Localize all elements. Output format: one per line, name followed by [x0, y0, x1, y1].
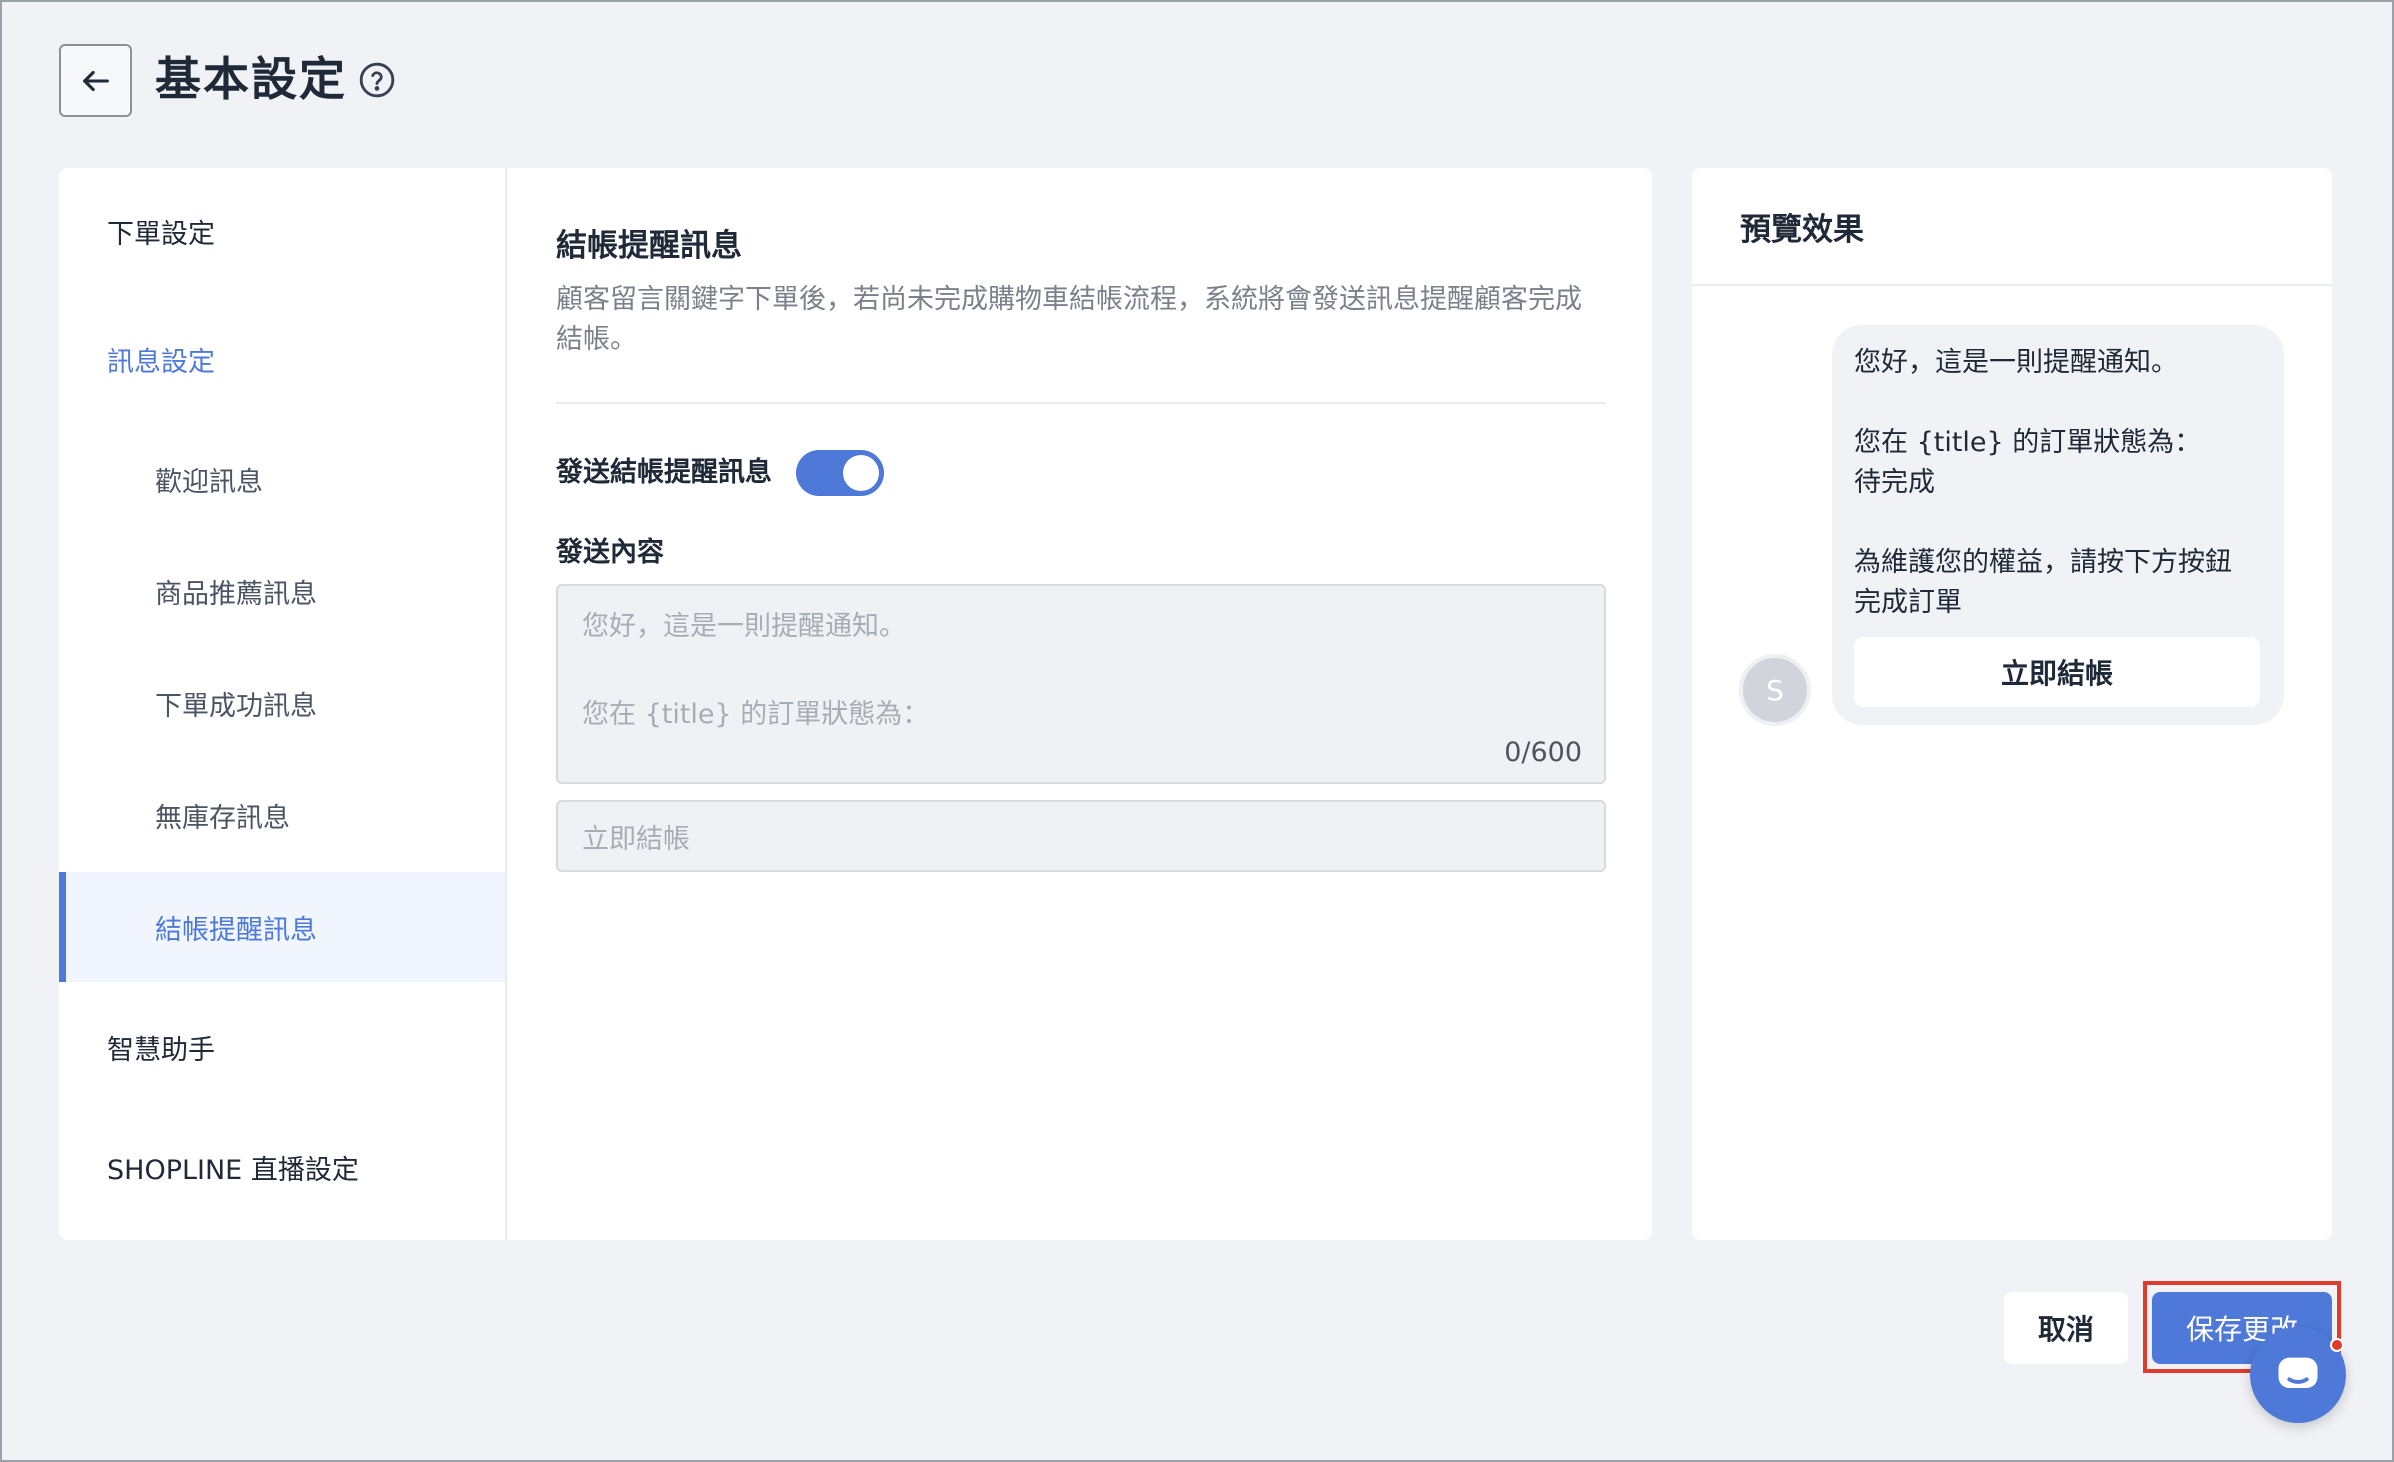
divider [556, 402, 1606, 404]
message-line: 您好，這是一則提醒通知。 [1854, 347, 2178, 378]
preview-checkout-button[interactable]: 立即結帳 [1854, 637, 2260, 707]
sidebar-item-message-settings[interactable]: 訊息設定 [59, 304, 505, 414]
button-text-input[interactable]: 立即結帳 [556, 800, 1606, 872]
sidebar-item-out-of-stock[interactable]: 無庫存訊息 [59, 760, 505, 870]
message-line: 待完成 [1854, 467, 1935, 498]
help-circle-icon[interactable] [358, 61, 396, 99]
sidebar-item-smart-assistant[interactable]: 智慧助手 [59, 992, 505, 1102]
section-title: 結帳提醒訊息 [556, 228, 742, 264]
sidebar-item-order-success[interactable]: 下單成功訊息 [59, 648, 505, 758]
content-label: 發送內容 [556, 537, 664, 568]
toggle-label: 發送結帳提醒訊息 [556, 457, 772, 488]
sidebar-item-label: 下單成功訊息 [155, 690, 317, 722]
sidebar-item-label: 無庫存訊息 [155, 802, 290, 834]
chat-bubble-icon [2278, 1357, 2318, 1388]
button-text-placeholder: 立即結帳 [582, 823, 690, 855]
back-button[interactable] [59, 44, 132, 117]
message-line: 您在 {title} 的訂單狀態為： [1854, 427, 2202, 458]
section-description: 顧客留言關鍵字下單後，若尚未完成購物車結帳流程，系統將會發送訊息提醒顧客完成結帳… [556, 284, 1582, 355]
sidebar-item-label: 結帳提醒訊息 [155, 914, 317, 946]
sidebar-item-welcome-message[interactable]: 歡迎訊息 [59, 424, 505, 534]
message-line: 為維護您的權益，請按下方按鈕 [1854, 547, 2232, 578]
settings-sidebar: 下單設定 訊息設定 歡迎訊息 商品推薦訊息 下單成功訊息 無庫存訊息 結帳提醒訊… [59, 168, 507, 1240]
preview-title: 預覽效果 [1692, 168, 2332, 286]
page-title: 基本設定 [155, 52, 347, 106]
preview-message-bubble: 您好，這是一則提醒通知。 您在 {title} 的訂單狀態為： 待完成 為維護您… [1832, 325, 2284, 725]
sidebar-item-checkout-reminder[interactable]: 結帳提醒訊息 [59, 872, 505, 982]
sidebar-item-product-recommend[interactable]: 商品推薦訊息 [59, 536, 505, 646]
sidebar-item-label: 訊息設定 [107, 346, 215, 378]
textarea-placeholder-line: 您在 {title} 的訂單狀態為： [582, 699, 930, 730]
message-line: 完成訂單 [1854, 587, 1962, 618]
message-content-textarea[interactable]: 您好，這是一則提醒通知。 您在 {title} 的訂單狀態為： 0/600 [556, 584, 1606, 784]
cancel-button[interactable]: 取消 [2004, 1292, 2128, 1364]
sidebar-item-label: 下單設定 [107, 218, 215, 250]
sidebar-item-label: 歡迎訊息 [155, 466, 263, 498]
notification-dot [2330, 1338, 2344, 1352]
send-reminder-toggle[interactable] [796, 450, 884, 496]
back-arrow-icon [82, 70, 109, 91]
sidebar-item-label: 智慧助手 [107, 1034, 215, 1066]
textarea-placeholder-line: 您好，這是一則提醒通知。 [582, 611, 906, 642]
avatar: S [1739, 654, 1811, 726]
sidebar-item-order-settings[interactable]: 下單設定 [59, 176, 505, 286]
sidebar-item-label: 商品推薦訊息 [155, 578, 317, 610]
char-counter: 0/600 [1504, 737, 1582, 768]
avatar-initial: S [1766, 673, 1784, 707]
sidebar-item-label: SHOPLINE 直播設定 [107, 1154, 359, 1186]
sidebar-item-shopline-live[interactable]: SHOPLINE 直播設定 [59, 1112, 505, 1222]
toggle-knob [843, 455, 879, 491]
